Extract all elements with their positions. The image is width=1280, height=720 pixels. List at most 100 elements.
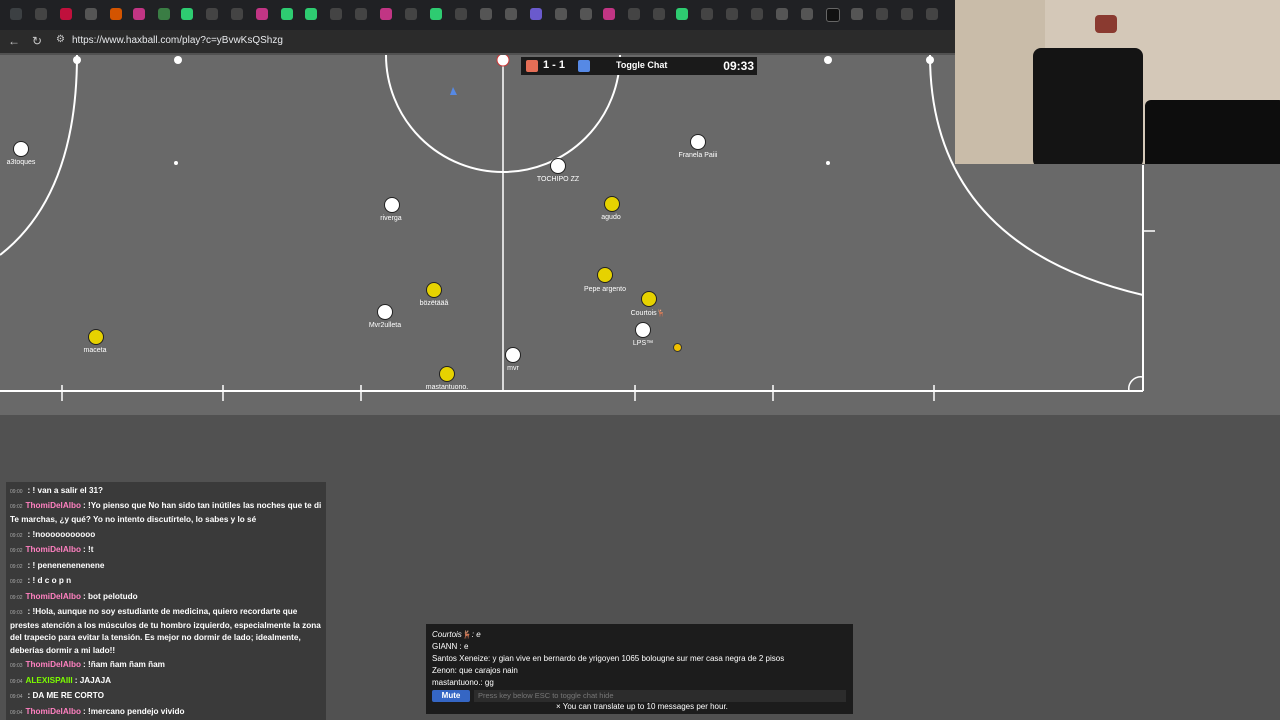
chat-message: 09:02: !nooooooooooo: [10, 530, 96, 539]
tab-icon[interactable]: [480, 8, 492, 20]
stream-chat-panel: 09:00: ! van a salir el 31? 09:02 ThomiDe…: [6, 482, 326, 720]
player-name: maceta: [83, 347, 107, 354]
player-name: bözëtääâ: [419, 300, 449, 307]
tab-icon[interactable]: [901, 8, 913, 20]
tab-icon[interactable]: [231, 8, 243, 20]
player-name: Franela Paiii: [678, 152, 718, 159]
tab-icon[interactable]: [330, 8, 342, 20]
chat-message: 09:04 ThomiDelAlbo: !mercano pendejo vivi…: [10, 707, 185, 716]
tab-icon[interactable]: [776, 8, 788, 20]
webcam-chair: [1033, 48, 1143, 164]
player-disc: [597, 267, 613, 283]
game-chat-line: Santos Xeneize: y gian vive en bernardo …: [432, 654, 785, 663]
webcam-wall: [955, 0, 1045, 164]
chat-message: 09:03 ThomiDelAlbo: !ñam ñam ñam ñam: [10, 660, 165, 669]
game-ball: [673, 343, 682, 352]
chat-message: 09:02 ThomiDelAlbo: bot pelotudo: [10, 592, 138, 601]
score-text: 1 - 1: [543, 59, 566, 71]
tab-icon[interactable]: [355, 8, 367, 20]
tab-kick-icon[interactable]: [430, 8, 442, 20]
player-disc: [604, 196, 620, 212]
tab-kick-icon[interactable]: [305, 8, 317, 20]
tab-icon[interactable]: [505, 8, 517, 20]
tab-tiktok-icon[interactable]: [826, 8, 840, 22]
tab-icon[interactable]: [653, 8, 665, 20]
webcam-lamp: [1095, 15, 1117, 33]
reload-icon[interactable]: ↻: [32, 34, 42, 48]
blue-team-swatch: [578, 60, 590, 72]
player-disc: 5: [377, 304, 393, 320]
player-disc: [88, 329, 104, 345]
url-text[interactable]: https://www.haxball.com/play?c=yBvwKsQSh…: [72, 35, 283, 46]
player-disc: [426, 282, 442, 298]
chat-message: 09:04 ALEXISPAIII: JAJAJA: [10, 676, 112, 685]
game-chat-line: Zenon: que carajos nain: [432, 666, 518, 675]
webcam-desk: [1145, 100, 1280, 164]
player-name: Pepe argento: [583, 286, 627, 293]
player-disc: [641, 291, 657, 307]
tab-icon[interactable]: [405, 8, 417, 20]
tab-kick-icon[interactable]: [676, 8, 688, 20]
translate-notice: × You can translate up to 10 messages pe…: [556, 702, 728, 711]
tab-kick-icon[interactable]: [181, 8, 193, 20]
player-disc: 6: [505, 347, 521, 363]
tab-icon[interactable]: [455, 8, 467, 20]
tab-icon[interactable]: [628, 8, 640, 20]
tab-icon[interactable]: [926, 8, 938, 20]
webcam-overlay: [955, 0, 1280, 164]
chat-message: 09:02 ThomiDelAlbo: !t: [10, 545, 94, 554]
player-name: a3toques: [6, 159, 36, 166]
chat-message: 09:02 ThomiDelAlbo: !Yo pienso que No han…: [10, 501, 322, 524]
tab-icon[interactable]: [801, 8, 813, 20]
player-disc: [439, 366, 455, 382]
red-team-swatch: [526, 60, 538, 72]
tab-kick-icon[interactable]: [281, 8, 293, 20]
player-name: riverga: [380, 215, 402, 222]
tab-icon[interactable]: [701, 8, 713, 20]
player-disc: 6: [384, 197, 400, 213]
player-name: LPS™: [632, 340, 654, 347]
tab-instagram-icon[interactable]: [380, 8, 392, 20]
player-disc: 7: [13, 141, 29, 157]
tab-icon[interactable]: [876, 8, 888, 20]
tab-icon[interactable]: [530, 8, 542, 20]
tab-search-icon[interactable]: [10, 8, 22, 20]
game-chat-line: Courtois🦌: e: [432, 630, 481, 639]
tab-instagram-icon[interactable]: [133, 8, 145, 20]
back-icon[interactable]: ←: [8, 34, 20, 48]
chat-message: 09:02: ! penenenenenene: [10, 561, 105, 570]
tab-instagram-icon[interactable]: [603, 8, 615, 20]
tab-icon[interactable]: [110, 8, 122, 20]
game-timer: 09:33: [723, 59, 754, 73]
tab-icon[interactable]: [851, 8, 863, 20]
tab-instagram-icon[interactable]: [256, 8, 268, 20]
chat-message: 09:02: ! d c o p n: [10, 576, 72, 585]
player-name: Mvr2ulleta: [368, 322, 402, 329]
chat-message: 09:04: DA ME RE CORTO: [10, 691, 104, 700]
tab-icon[interactable]: [580, 8, 592, 20]
tab-icon[interactable]: [60, 8, 72, 20]
player-disc: 1: [690, 134, 706, 150]
mute-button[interactable]: Mute: [432, 690, 470, 702]
player-disc: 5: [635, 322, 651, 338]
tab-icon[interactable]: [206, 8, 218, 20]
tab-icon[interactable]: [35, 8, 47, 20]
player-name: mastantuono.: [425, 384, 469, 391]
tab-icon[interactable]: [555, 8, 567, 20]
tab-icon[interactable]: [751, 8, 763, 20]
chat-message: 09:03: !Hola, aunque no soy estudiante d…: [10, 607, 321, 655]
player-disc: [550, 158, 566, 174]
player-name: mvr: [507, 365, 519, 372]
scoreboard: 1 - 1 Toggle Chat 09:33: [521, 57, 757, 75]
game-chat-line: GIANN : e: [432, 642, 469, 651]
tab-icon[interactable]: [158, 8, 170, 20]
tab-icon[interactable]: [726, 8, 738, 20]
site-info-icon[interactable]: ⚙: [56, 34, 65, 45]
game-chat-box: Courtois🦌: e GIANN : e Santos Xeneize: y…: [426, 624, 853, 714]
chat-input[interactable]: Press key below ESC to toggle chat hide: [474, 690, 846, 702]
player-name: TOCHIPO ZZ: [536, 176, 580, 183]
toggle-chat-button[interactable]: Toggle Chat: [616, 60, 667, 70]
game-chat-line: mastantuono.: gg: [432, 678, 494, 687]
tab-icon[interactable]: [85, 8, 97, 20]
chat-message: 09:00: ! van a salir el 31?: [10, 486, 104, 495]
